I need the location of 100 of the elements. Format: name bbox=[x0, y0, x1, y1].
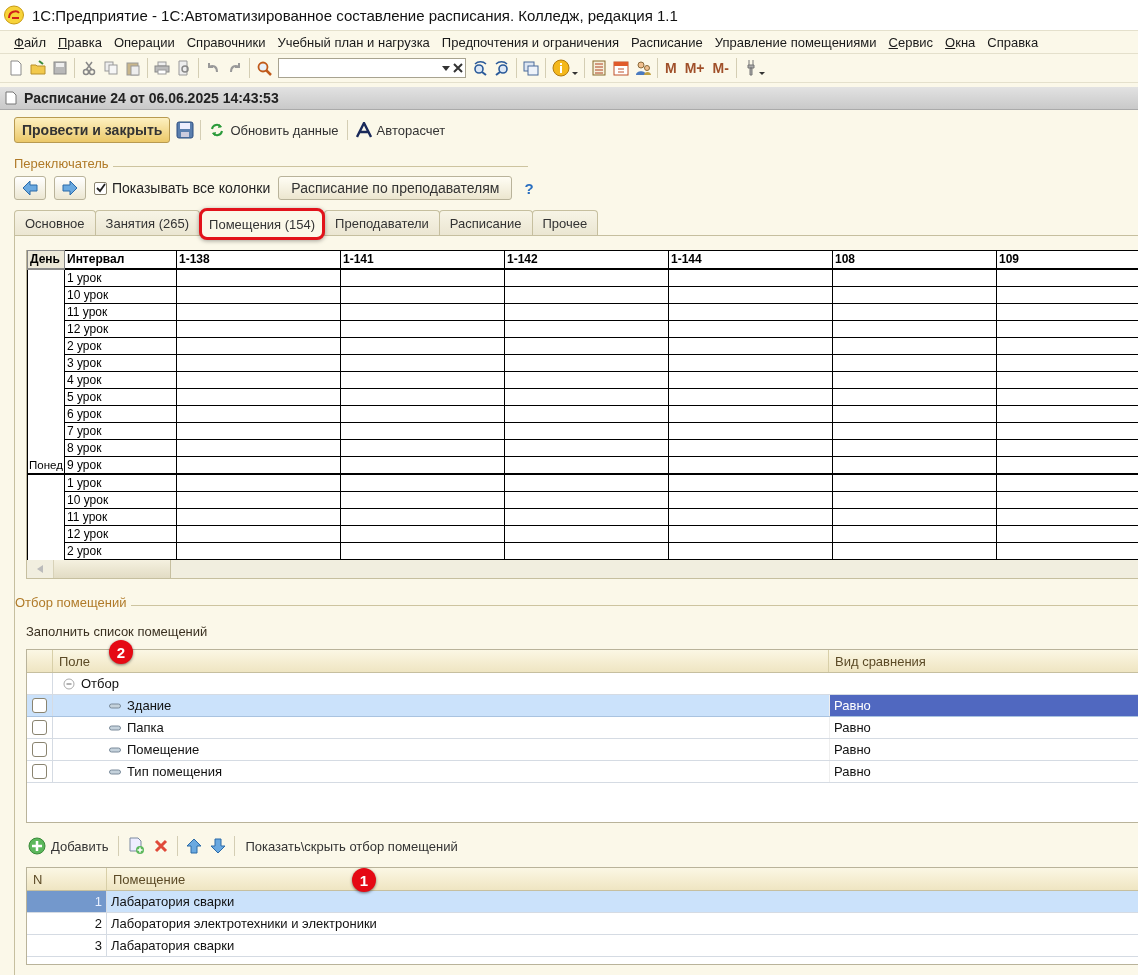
interval-cell: 4 урок bbox=[64, 371, 177, 389]
row-number: 2 bbox=[27, 913, 107, 934]
search-icon[interactable] bbox=[256, 60, 272, 76]
calculator-icon[interactable] bbox=[591, 60, 607, 76]
interval-cell: 5 урок bbox=[64, 388, 177, 406]
collapse-icon[interactable] bbox=[63, 677, 75, 690]
calendar-icon[interactable] bbox=[613, 60, 629, 76]
column-header: Помещение bbox=[113, 871, 186, 887]
new-document-icon[interactable] bbox=[8, 60, 24, 76]
save-icon[interactable] bbox=[176, 121, 195, 139]
interval-cell: 8 урок bbox=[64, 439, 177, 457]
memory-button[interactable]: M- bbox=[711, 60, 730, 76]
info-icon[interactable] bbox=[552, 59, 578, 77]
interval-cell: 9 урок bbox=[64, 456, 177, 474]
search-field[interactable] bbox=[278, 58, 466, 78]
menu-item[interactable]: Справочники bbox=[180, 34, 272, 50]
menu-item[interactable]: Файл bbox=[8, 34, 52, 50]
up-arrow-icon[interactable] bbox=[186, 838, 203, 854]
memory-button[interactable]: M bbox=[664, 60, 678, 76]
paste-icon[interactable] bbox=[125, 60, 141, 76]
back-button[interactable] bbox=[14, 176, 46, 200]
checkbox[interactable] bbox=[32, 742, 47, 757]
down-arrow-icon[interactable] bbox=[210, 838, 227, 854]
group-title: Отбор помещений bbox=[15, 595, 127, 610]
copy-document-icon[interactable] bbox=[127, 837, 146, 855]
users-icon[interactable] bbox=[635, 60, 651, 76]
interval-cell: 12 урок bbox=[64, 320, 177, 338]
comparison-cell[interactable]: Равно bbox=[829, 739, 1138, 760]
printer-icon[interactable] bbox=[154, 60, 170, 76]
column-header: Интервал bbox=[64, 250, 177, 269]
interval-cell: 11 урок bbox=[64, 303, 177, 321]
find-next-icon[interactable] bbox=[472, 60, 488, 76]
menu-item[interactable]: Учебный план и нагрузка bbox=[271, 34, 436, 50]
add-button[interactable]: Добавить bbox=[26, 837, 111, 855]
toggle-filter-button[interactable]: Показать\скрыть отбор помещений bbox=[243, 838, 460, 854]
interval-cell: 7 урок bbox=[64, 422, 177, 440]
menu-item[interactable]: Окна bbox=[939, 34, 982, 50]
scrollbar-thumb[interactable] bbox=[54, 560, 171, 578]
menu-item[interactable]: Операции bbox=[107, 34, 181, 50]
save-icon[interactable] bbox=[52, 60, 68, 76]
scissors-icon[interactable] bbox=[81, 60, 97, 76]
room-name-cell[interactable]: Лабаратория сварки bbox=[107, 935, 1138, 956]
checkbox[interactable] bbox=[32, 720, 47, 735]
tab[interactable]: Помещения (154) bbox=[199, 208, 326, 240]
refresh-button[interactable]: Обновить данные bbox=[207, 122, 341, 138]
comparison-cell[interactable]: Равно bbox=[829, 761, 1138, 782]
interval-cell: 2 урок bbox=[64, 337, 177, 355]
caret-icon bbox=[441, 64, 451, 72]
room-name-cell[interactable]: Лаборатория электротехники и электроники bbox=[107, 913, 1138, 934]
logo-icon bbox=[4, 5, 24, 25]
column-header: 1-144 bbox=[668, 250, 833, 269]
fill-room-list-link[interactable]: Заполнить список помещений bbox=[26, 624, 208, 639]
dash-icon bbox=[109, 724, 121, 731]
interval-cell: 10 урок bbox=[64, 286, 177, 304]
field-name: Папка bbox=[127, 720, 164, 735]
number-badge: 2 bbox=[109, 640, 133, 664]
post-and-close-button[interactable]: Провести и закрыть bbox=[14, 117, 171, 143]
interval-cell: 10 урок bbox=[64, 491, 177, 509]
column-header: 1-142 bbox=[504, 250, 669, 269]
left-arrow-icon bbox=[22, 180, 38, 196]
tab[interactable]: Занятия (265) bbox=[94, 210, 201, 235]
windows-icon[interactable] bbox=[523, 60, 539, 76]
checkbox[interactable] bbox=[32, 764, 47, 779]
help-link[interactable]: ? bbox=[524, 179, 534, 197]
column-header: 109 bbox=[996, 250, 1138, 269]
menu-item[interactable]: Предпочтения и ограничения bbox=[435, 34, 626, 50]
delete-icon[interactable] bbox=[153, 838, 170, 854]
column-header: 1-138 bbox=[176, 250, 341, 269]
room-name-cell[interactable]: Лабаратория сварки bbox=[107, 891, 1138, 912]
interval-cell: 1 урок bbox=[64, 269, 177, 287]
checkmark-icon bbox=[95, 183, 106, 193]
show-all-columns-checkbox[interactable]: Показывать все колонки bbox=[94, 180, 271, 196]
find-previous-icon[interactable] bbox=[494, 60, 510, 76]
copy-icon[interactable] bbox=[103, 60, 119, 76]
menu-item[interactable]: Управление помещениями bbox=[708, 34, 883, 50]
menu-item[interactable]: Расписание bbox=[625, 34, 709, 50]
letter-a-icon bbox=[355, 122, 372, 138]
memory-button[interactable]: M+ bbox=[683, 60, 706, 76]
preview-icon[interactable] bbox=[176, 60, 192, 76]
folder-icon[interactable] bbox=[30, 60, 46, 76]
menu-item[interactable]: Правка bbox=[51, 34, 108, 50]
interval-cell: 2 урок bbox=[64, 542, 177, 560]
forward-button[interactable] bbox=[54, 176, 86, 200]
comparison-cell[interactable]: Равно bbox=[829, 695, 1138, 716]
tab[interactable]: Преподаватели bbox=[324, 210, 440, 235]
comparison-cell[interactable]: Равно bbox=[829, 717, 1138, 738]
menu-item[interactable]: Справка bbox=[981, 34, 1045, 50]
autocalc-button[interactable]: Авторасчет bbox=[353, 122, 448, 138]
menu-item[interactable]: Сервис bbox=[882, 34, 940, 50]
refresh-icon bbox=[209, 122, 226, 138]
tab[interactable]: Основное bbox=[14, 210, 96, 235]
document-title: Расписание 24 от 06.06.2025 14:43:53 bbox=[24, 90, 279, 106]
column-header: N bbox=[33, 871, 43, 887]
checkbox[interactable] bbox=[32, 698, 47, 713]
tab[interactable]: Расписание bbox=[438, 210, 533, 235]
interval-cell: 3 урок bbox=[64, 354, 177, 372]
teacher-schedule-button[interactable]: Расписание по преподавателям bbox=[278, 176, 513, 200]
tab[interactable]: Прочее bbox=[531, 210, 599, 235]
plus-icon bbox=[28, 837, 46, 855]
day-cell: Понед bbox=[29, 459, 63, 471]
